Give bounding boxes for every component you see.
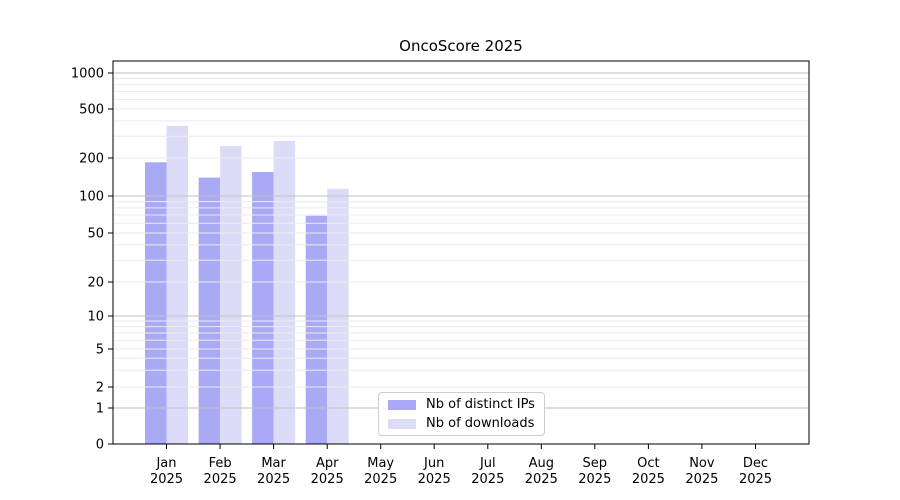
x-tick-label-jun: Jun <box>423 456 444 471</box>
y-tick-label-2: 2 <box>96 381 104 396</box>
x-tick-label-nov: Nov <box>689 456 715 471</box>
x-tick-label-apr: Apr <box>316 456 339 471</box>
x-tick-label-feb: Feb <box>209 456 232 471</box>
x-tick-label-oct: Oct <box>637 456 659 471</box>
x-tick-sublabel-jul: 2025 <box>471 472 504 487</box>
y-tick-label-5: 5 <box>96 343 104 358</box>
x-tick-sublabel-sep: 2025 <box>578 472 611 487</box>
y-tick-label-0: 0 <box>96 438 104 453</box>
legend-swatch-distinct-ips <box>388 399 416 410</box>
x-tick-sublabel-jan: 2025 <box>150 472 183 487</box>
y-tick-label-500: 500 <box>79 103 104 118</box>
x-tick-label-aug: Aug <box>529 456 554 471</box>
legend-item-downloads: Nb of downloads <box>388 416 535 431</box>
legend: Nb of distinct IPs Nb of downloads <box>378 392 545 436</box>
x-tick-sublabel-nov: 2025 <box>685 472 718 487</box>
x-tick-label-may: May <box>367 456 394 471</box>
bar-mar-nb-of-downloads <box>273 141 296 444</box>
legend-label-distinct-ips: Nb of distinct IPs <box>426 397 535 412</box>
x-tick-sublabel-oct: 2025 <box>632 472 665 487</box>
x-tick-sublabel-aug: 2025 <box>525 472 558 487</box>
bar-mar-nb-of-distinct-ips <box>252 172 274 444</box>
x-tick-sublabel-apr: 2025 <box>311 472 344 487</box>
x-tick-sublabel-jun: 2025 <box>418 472 451 487</box>
y-tick-label-200: 200 <box>79 152 104 167</box>
bar-apr-nb-of-distinct-ips <box>305 215 328 444</box>
legend-item-distinct-ips: Nb of distinct IPs <box>388 397 535 412</box>
x-tick-label-mar: Mar <box>261 456 286 471</box>
y-tick-label-1: 1 <box>96 402 104 417</box>
x-tick-sublabel-may: 2025 <box>364 472 397 487</box>
chart-figure: OncoScore 2025 0 1 2 5 10 20 50 100 200 500 1000 Ja… <box>0 0 900 500</box>
x-tick-sublabel-dec: 2025 <box>739 472 772 487</box>
bar-feb-nb-of-downloads <box>220 146 242 444</box>
bar-jan-nb-of-downloads <box>166 125 188 445</box>
x-tick-label-sep: Sep <box>583 456 608 471</box>
y-tick-label-20: 20 <box>87 276 104 291</box>
y-tick-label-100: 100 <box>79 190 104 205</box>
legend-label-downloads: Nb of downloads <box>426 416 535 431</box>
x-tick-sublabel-mar: 2025 <box>257 472 290 487</box>
x-tick-sublabel-feb: 2025 <box>204 472 237 487</box>
y-tick-label-10: 10 <box>87 310 104 325</box>
legend-swatch-downloads <box>388 418 416 429</box>
x-tick-label-jan: Jan <box>155 456 176 471</box>
bar-jan-nb-of-distinct-ips <box>145 162 167 445</box>
x-tick-label-jul: Jul <box>479 456 496 471</box>
x-tick-label-dec: Dec <box>743 456 768 471</box>
y-tick-label-1000: 1000 <box>71 67 104 82</box>
y-tick-label-50: 50 <box>87 227 104 242</box>
bar-feb-nb-of-distinct-ips <box>198 177 221 444</box>
